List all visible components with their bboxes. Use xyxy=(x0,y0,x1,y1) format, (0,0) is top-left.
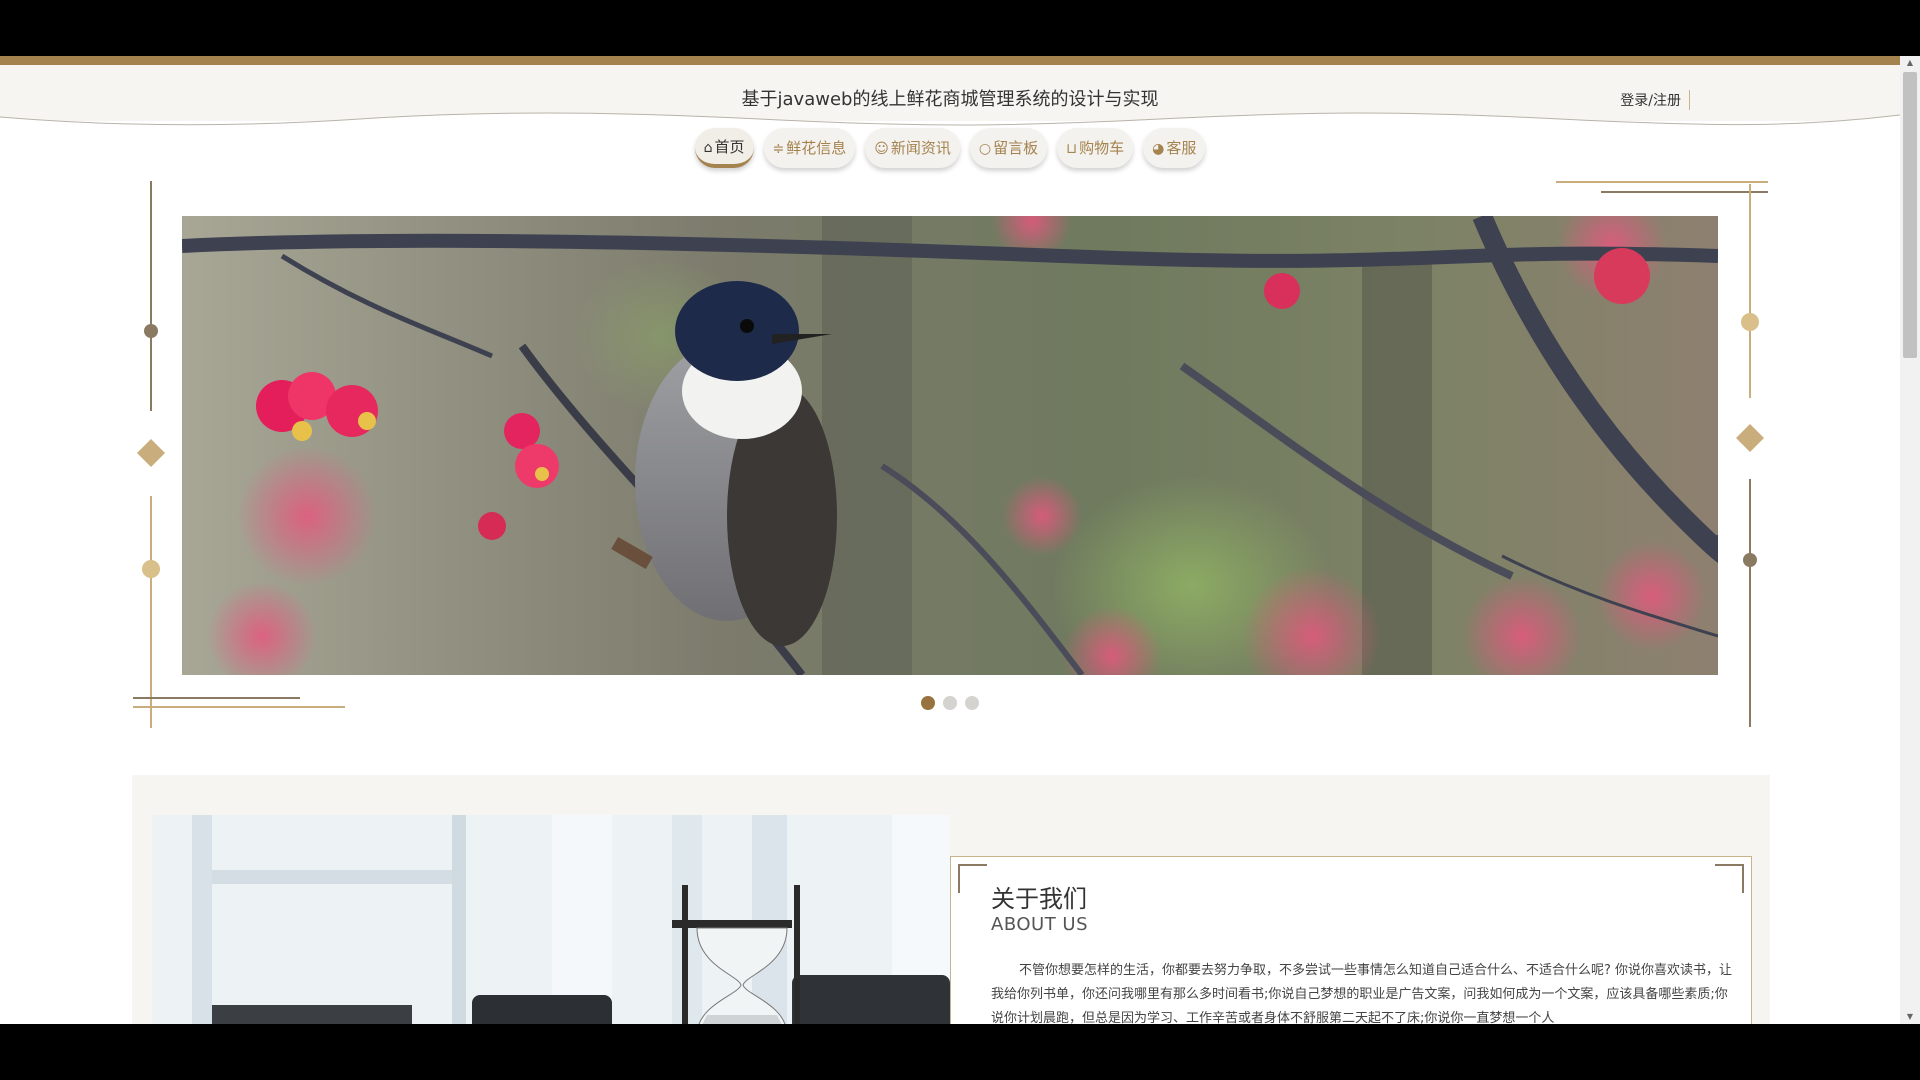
about-subtitle: ABOUT US xyxy=(991,914,1089,935)
scroll-up-arrow-icon[interactable]: ▲ xyxy=(1900,56,1920,70)
carousel-dot-2[interactable] xyxy=(943,696,957,710)
corner-ornament-left xyxy=(958,864,987,893)
scroll-down-arrow-icon[interactable]: ▼ xyxy=(1900,1010,1920,1024)
screen: 基于javaweb的线上鲜花商城管理系统的设计与实现 登录/注册 ⌂ 首页 ≑ 鲜花… xyxy=(0,0,1920,1080)
carousel-slide-image[interactable] xyxy=(182,216,1718,675)
carousel-dot-1[interactable] xyxy=(921,696,935,710)
vertical-scrollbar[interactable]: ▲ ▼ xyxy=(1900,56,1920,1024)
scrollbar-thumb[interactable] xyxy=(1903,72,1917,358)
browser-viewport: 基于javaweb的线上鲜花商城管理系统的设计与实现 登录/注册 ⌂ 首页 ≑ 鲜花… xyxy=(0,56,1920,1024)
about-image xyxy=(152,815,950,1024)
about-paragraph: 不管你想要怎样的生活，你都要去努力争取，不多尝试一些事情怎么知道自己适合什么、不… xyxy=(991,963,1733,1024)
about-title: 关于我们 xyxy=(991,885,1087,913)
about-content-card: 关于我们 ABOUT US 不管你想要怎样的生活，你都要去努力争取，不多尝试一些… xyxy=(950,856,1752,1024)
corner-ornament-right xyxy=(1715,864,1744,893)
bird-on-blossom-image xyxy=(182,216,1718,675)
carousel-indicators xyxy=(0,696,1900,710)
carousel-dot-3[interactable] xyxy=(965,696,979,710)
hourglass-office-image xyxy=(152,815,950,1024)
